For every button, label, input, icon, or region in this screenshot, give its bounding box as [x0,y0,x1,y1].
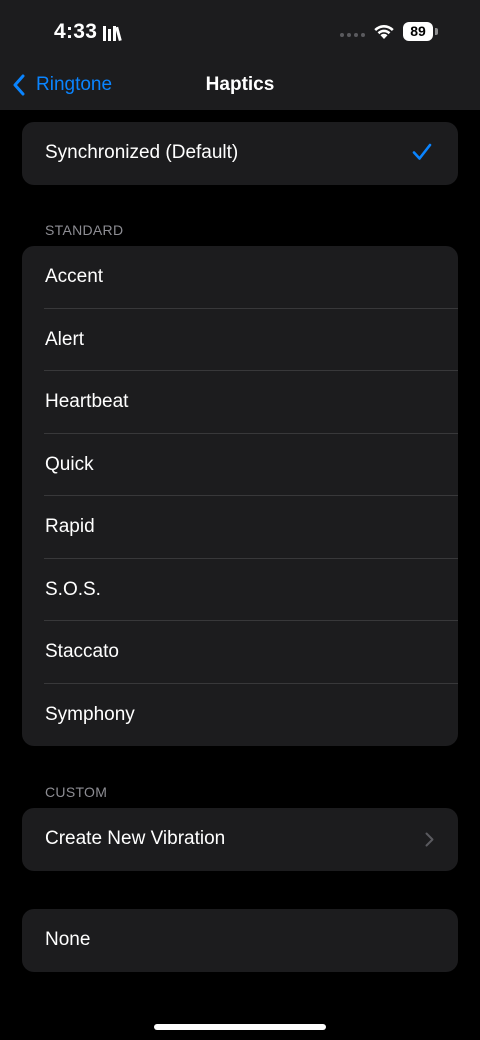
section-header-standard: STANDARD [45,222,124,238]
navigation-bar: Haptics Ringtone [0,62,480,110]
battery-icon: 89 [403,22,433,41]
option-label: Heartbeat [45,391,129,413]
option-label: Quick [45,453,94,475]
option-label: Rapid [45,516,95,538]
library-icon [103,26,122,42]
home-indicator[interactable] [154,1024,326,1030]
option-label: Alert [45,328,85,350]
haptic-option-alert[interactable]: Alert [22,309,458,372]
haptic-option-none[interactable]: None [22,909,458,972]
option-label: Staccato [45,641,119,663]
custom-haptics-group: Create New Vibration [22,808,458,871]
chevron-left-icon [13,74,25,96]
haptic-option-heartbeat[interactable]: Heartbeat [22,371,458,434]
cellular-signal-icon [340,33,365,37]
back-button[interactable]: Ringtone [12,70,112,100]
haptic-option-symphony[interactable]: Symphony [22,684,458,747]
option-label: Synchronized (Default) [45,142,239,164]
haptic-option-accent[interactable]: Accent [22,246,458,309]
default-haptic-group: Synchronized (Default) [22,122,458,185]
status-time: 4:33 [54,20,98,43]
option-label: Create New Vibration [45,828,226,850]
option-label: Symphony [45,703,135,725]
option-label: None [45,929,91,951]
battery-cap [435,28,438,35]
haptic-option-synchronized[interactable]: Synchronized (Default) [22,122,458,185]
haptic-option-sos[interactable]: S.O.S. [22,559,458,622]
checkmark-icon [412,143,432,160]
option-label: Accent [45,266,104,288]
option-label: S.O.S. [45,578,101,600]
back-button-label: Ringtone [36,74,113,95]
status-bar: 4:33 89 [0,0,480,62]
none-haptic-group: None [22,909,458,972]
create-new-vibration-row[interactable]: Create New Vibration [22,808,458,871]
haptic-option-quick[interactable]: Quick [22,434,458,497]
haptic-option-rapid[interactable]: Rapid [22,496,458,559]
chevron-right-icon [425,832,434,847]
haptic-option-staccato[interactable]: Staccato [22,621,458,684]
standard-haptics-group: Accent Alert Heartbeat Quick Rapid S.O.S… [22,246,458,746]
section-header-custom: CUSTOM [45,784,108,800]
wifi-icon [374,25,394,39]
